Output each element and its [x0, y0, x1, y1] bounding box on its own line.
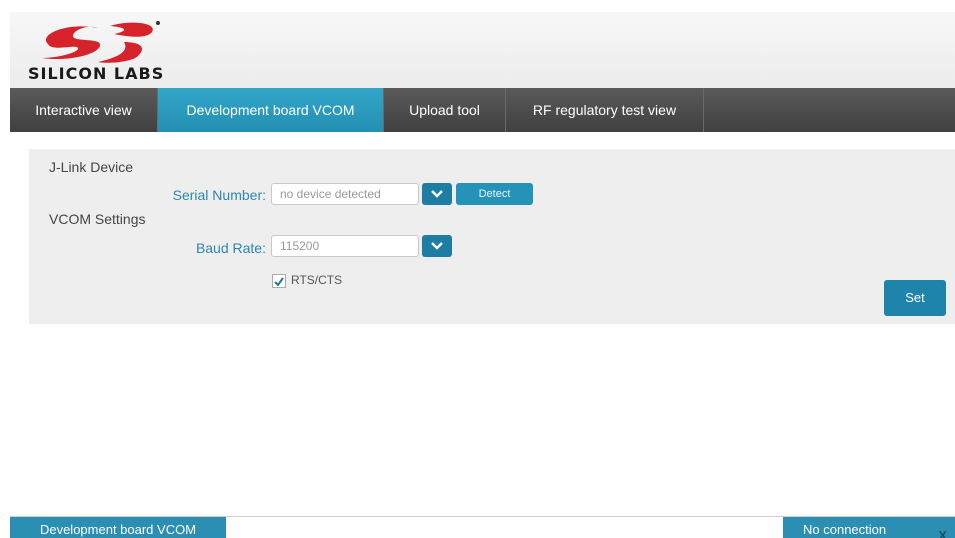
chevron-down-icon [431, 242, 443, 250]
set-button[interactable]: Set [884, 280, 946, 316]
status-connection: No connection X [783, 517, 955, 538]
rts-cts-checkbox[interactable] [272, 274, 286, 288]
baud-dropdown-button[interactable] [422, 235, 452, 257]
tab-interactive-view[interactable]: Interactive view [10, 88, 158, 132]
detect-button[interactable]: Detect [456, 183, 533, 205]
checkmark-icon [274, 277, 284, 287]
serial-number-select[interactable]: no device detected [271, 183, 419, 205]
tab-bar: Interactive view Development board VCOM … [10, 88, 955, 132]
tab-rf-regulatory-test-view[interactable]: RF regulatory test view [506, 88, 704, 132]
rts-cts-label: RTS/CTS [291, 273, 343, 287]
app-header: SILICON LABS [10, 12, 955, 88]
disconnect-icon[interactable]: X [938, 523, 947, 538]
baud-rate-label: Baud Rate: [195, 240, 266, 256]
tab-development-board-vcom[interactable]: Development board VCOM [158, 88, 384, 132]
serial-dropdown-button[interactable] [422, 183, 452, 205]
logo-text: SILICON LABS [28, 64, 165, 83]
silicon-labs-logo: SILICON LABS [28, 16, 168, 86]
serial-number-label: Serial Number: [172, 187, 266, 203]
vcom-settings-heading: VCOM Settings [49, 211, 146, 227]
logo-swoosh-icon [42, 21, 160, 63]
baud-rate-select[interactable]: 115200 [271, 235, 419, 257]
chevron-down-icon [431, 190, 443, 198]
vcom-settings-panel: J-Link Device VCOM Settings Serial Numbe… [29, 149, 955, 324]
connection-status-text: No connection [803, 522, 887, 537]
tab-upload-tool[interactable]: Upload tool [384, 88, 506, 132]
status-current-view: Development board VCOM [10, 517, 226, 538]
jlink-device-heading: J-Link Device [49, 159, 134, 175]
status-bar: Development board VCOM No connection X [10, 516, 955, 538]
